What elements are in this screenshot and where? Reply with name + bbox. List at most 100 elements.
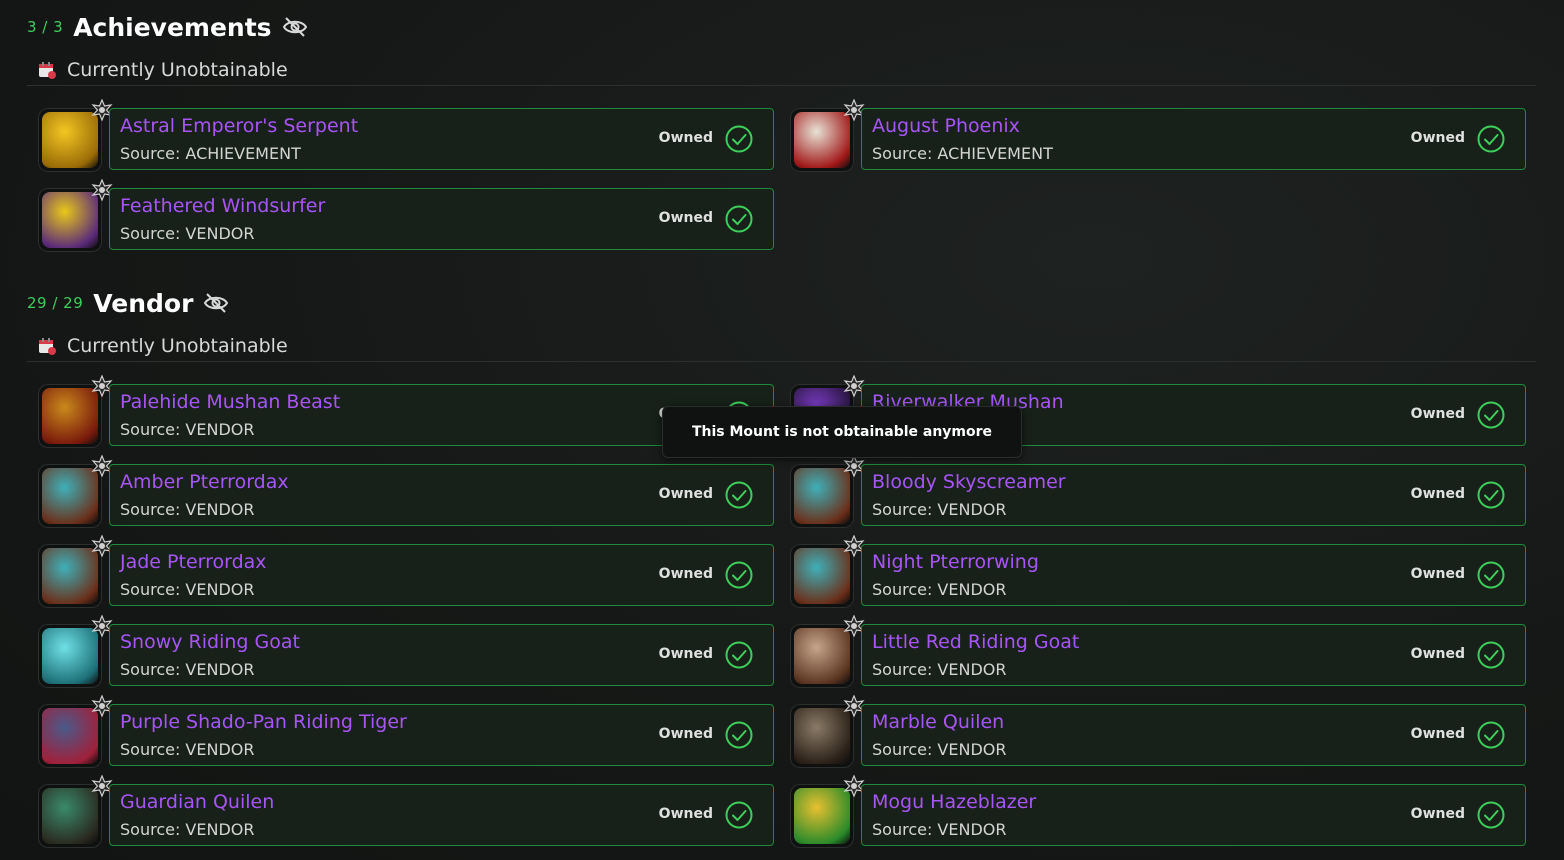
mount-name[interactable]: Night Pterrorwing <box>872 551 1039 573</box>
mount-portrait-icon <box>42 112 98 168</box>
unobtainable-tooltip: This Mount is not obtainable anymore <box>662 406 1022 458</box>
section-title: Achievements <box>73 12 272 42</box>
subheader-label: Currently Unobtainable <box>67 59 288 81</box>
divider <box>27 361 1536 362</box>
mount-portrait-icon <box>794 468 850 524</box>
section-header: 3 / 3 Achievements <box>27 7 308 47</box>
mount-card[interactable]: Snowy Riding Goat Source: VENDOR Owned <box>38 615 774 688</box>
mount-source: Source: VENDOR <box>120 740 255 759</box>
subheader-label: Currently Unobtainable <box>67 335 288 357</box>
check-circle-icon <box>725 801 753 829</box>
mount-portrait-icon <box>794 788 850 844</box>
mount-name[interactable]: Marble Quilen <box>872 711 1004 733</box>
mount-source: Source: VENDOR <box>872 820 1007 839</box>
owned-status: Owned <box>658 210 713 226</box>
mount-source: Source: VENDOR <box>872 580 1007 599</box>
mount-info-panel[interactable]: Jade Pterrordax Source: VENDOR Owned <box>109 544 774 606</box>
check-circle-icon <box>1477 401 1505 429</box>
eye-slash-icon[interactable] <box>203 292 229 314</box>
mount-name[interactable]: Snowy Riding Goat <box>120 631 300 653</box>
mount-name[interactable]: Little Red Riding Goat <box>872 631 1079 653</box>
check-circle-icon <box>725 641 753 669</box>
owned-status: Owned <box>1410 406 1465 422</box>
owned-status: Owned <box>658 806 713 822</box>
section-count: 29 / 29 <box>27 294 84 312</box>
mount-name[interactable]: Mogu Hazeblazer <box>872 791 1036 813</box>
mount-portrait-icon <box>794 112 850 168</box>
check-circle-icon <box>725 721 753 749</box>
mount-portrait-icon <box>794 548 850 604</box>
mount-card[interactable]: Amber Pterrordax Source: VENDOR Owned <box>38 455 774 528</box>
mount-portrait-icon <box>42 708 98 764</box>
owned-status: Owned <box>1410 130 1465 146</box>
mount-source: Source: VENDOR <box>872 660 1007 679</box>
mount-card[interactable]: Night Pterrorwing Source: VENDOR Owned <box>790 535 1526 608</box>
owned-status: Owned <box>658 646 713 662</box>
mount-name[interactable]: Astral Emperor's Serpent <box>120 115 358 137</box>
mount-portrait-icon <box>794 628 850 684</box>
mount-card[interactable]: Little Red Riding Goat Source: VENDOR Owne… <box>790 615 1526 688</box>
section-title: Vendor <box>93 288 194 318</box>
mount-source: Source: VENDOR <box>120 224 255 243</box>
mount-card[interactable]: Jade Pterrordax Source: VENDOR Owned <box>38 535 774 608</box>
calendar-warning-icon <box>39 338 56 355</box>
owned-status: Owned <box>658 566 713 582</box>
check-circle-icon <box>725 561 753 589</box>
mount-source: Source: ACHIEVEMENT <box>872 144 1053 163</box>
check-circle-icon <box>1477 721 1505 749</box>
mount-portrait-icon <box>42 628 98 684</box>
subheader-unobtainable: Currently Unobtainable <box>38 332 288 360</box>
mount-name[interactable]: August Phoenix <box>872 115 1020 137</box>
section-vendor: 29 / 29 Vendor Currently Unobtainable Pa… <box>0 283 1564 860</box>
mount-name[interactable]: Jade Pterrordax <box>120 551 267 573</box>
mount-source: Source: VENDOR <box>872 740 1007 759</box>
mount-card[interactable]: Bloody Skyscreamer Source: VENDOR Owned <box>790 455 1526 528</box>
mount-card[interactable]: Purple Shado-Pan Riding Tiger Source: VEN… <box>38 695 774 768</box>
mount-name[interactable]: Palehide Mushan Beast <box>120 391 340 413</box>
mount-card[interactable]: Astral Emperor's Serpent Source: ACHIEVEM… <box>38 99 774 172</box>
mount-info-panel[interactable]: Mogu Hazeblazer Source: VENDOR Owned <box>861 784 1526 846</box>
mount-name[interactable]: Guardian Quilen <box>120 791 274 813</box>
mount-info-panel[interactable]: Purple Shado-Pan Riding Tiger Source: VEN… <box>109 704 774 766</box>
check-circle-icon <box>725 125 753 153</box>
mount-source: Source: VENDOR <box>120 580 255 599</box>
check-circle-icon <box>1477 481 1505 509</box>
mount-name[interactable]: Purple Shado-Pan Riding Tiger <box>120 711 407 733</box>
mount-info-panel[interactable]: Feathered Windsurfer Source: VENDOR Owned <box>109 188 774 250</box>
mount-card[interactable]: Guardian Quilen Source: VENDOR Owned <box>38 775 774 848</box>
mount-info-panel[interactable]: Marble Quilen Source: VENDOR Owned <box>861 704 1526 766</box>
owned-status: Owned <box>658 130 713 146</box>
mount-info-panel[interactable]: Astral Emperor's Serpent Source: ACHIEVEM… <box>109 108 774 170</box>
mount-info-panel[interactable]: Little Red Riding Goat Source: VENDOR Owne… <box>861 624 1526 686</box>
check-circle-icon <box>1477 561 1505 589</box>
mount-info-panel[interactable]: Bloody Skyscreamer Source: VENDOR Owned <box>861 464 1526 526</box>
check-circle-icon <box>1477 641 1505 669</box>
mount-card[interactable]: August Phoenix Source: ACHIEVEMENT Owned <box>790 99 1526 172</box>
mount-card[interactable]: Marble Quilen Source: VENDOR Owned <box>790 695 1526 768</box>
check-circle-icon <box>1477 801 1505 829</box>
divider <box>27 85 1536 86</box>
section-count: 3 / 3 <box>27 18 64 36</box>
mount-info-panel[interactable]: August Phoenix Source: ACHIEVEMENT Owned <box>861 108 1526 170</box>
mount-info-panel[interactable]: Snowy Riding Goat Source: VENDOR Owned <box>109 624 774 686</box>
mount-portrait-icon <box>794 708 850 764</box>
mount-info-panel[interactable]: Guardian Quilen Source: VENDOR Owned <box>109 784 774 846</box>
mount-info-panel[interactable]: Amber Pterrordax Source: VENDOR Owned <box>109 464 774 526</box>
owned-status: Owned <box>1410 646 1465 662</box>
mount-name[interactable]: Feathered Windsurfer <box>120 195 325 217</box>
mount-name[interactable]: Amber Pterrordax <box>120 471 289 493</box>
eye-slash-icon[interactable] <box>282 16 308 38</box>
mount-portrait-icon <box>42 388 98 444</box>
subheader-unobtainable: Currently Unobtainable <box>38 56 288 84</box>
mount-info-panel[interactable]: Night Pterrorwing Source: VENDOR Owned <box>861 544 1526 606</box>
mount-card[interactable]: Feathered Windsurfer Source: VENDOR Owned <box>38 179 774 252</box>
mount-name[interactable]: Bloody Skyscreamer <box>872 471 1066 493</box>
mount-source: Source: VENDOR <box>120 820 255 839</box>
check-circle-icon <box>725 205 753 233</box>
mount-source: Source: VENDOR <box>120 420 255 439</box>
mount-portrait-icon <box>42 468 98 524</box>
mount-card[interactable]: Mogu Hazeblazer Source: VENDOR Owned <box>790 775 1526 848</box>
section-header: 29 / 29 Vendor <box>27 283 229 323</box>
section-achievements: 3 / 3 Achievements Currently Unobtainabl… <box>0 7 1564 267</box>
mount-portrait-icon <box>42 548 98 604</box>
